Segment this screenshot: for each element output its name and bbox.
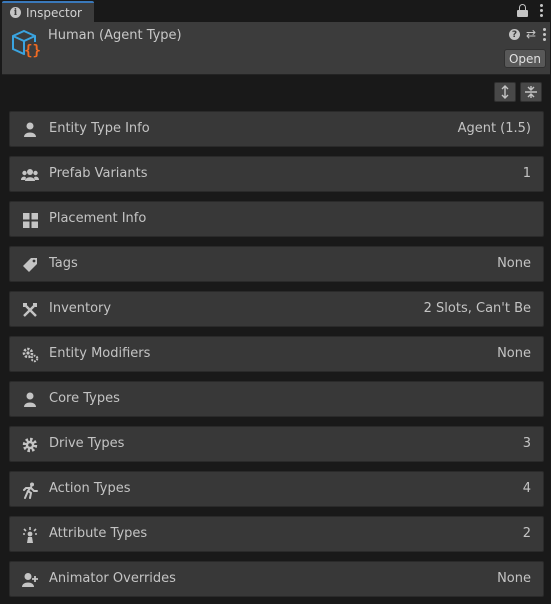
tab-label: Inspector	[26, 5, 82, 20]
help-icon[interactable]: ?	[508, 29, 520, 40]
section-label: Animator Overrides	[49, 571, 176, 586]
tag-icon	[21, 256, 39, 274]
inspector-header: {} Human (Agent Type) ? ⇄ Open	[2, 22, 550, 75]
section-label: Inventory	[49, 301, 112, 316]
section-value: 1	[522, 166, 531, 181]
section-label: Placement Info	[49, 211, 147, 226]
info-icon: i	[10, 7, 21, 18]
svg-text:{}: {}	[24, 43, 41, 59]
lock-icon[interactable]	[517, 4, 529, 17]
section-label: Tags	[49, 256, 78, 271]
section-label: Core Types	[49, 391, 120, 406]
section-label: Attribute Types	[49, 526, 148, 541]
component-menu-icon[interactable]	[542, 28, 546, 41]
section-label: Entity Type Info	[49, 121, 150, 136]
gears-icon	[21, 346, 39, 364]
expand-icon	[501, 85, 509, 99]
collapse-icon	[525, 86, 537, 98]
section-prefab-variants[interactable]: Prefab Variants 1	[9, 156, 544, 192]
section-value: None	[497, 346, 531, 361]
section-value: None	[497, 256, 531, 271]
sparkle-person-icon	[21, 526, 39, 544]
section-value: 2 Slots, Can't Be	[423, 301, 531, 316]
section-list: Entity Type Info Agent (1.5) Prefab Vari…	[9, 111, 544, 604]
section-value: Agent (1.5)	[457, 121, 531, 136]
scriptable-object-icon: {}	[10, 28, 42, 60]
fold-toolbar	[494, 82, 542, 102]
section-tags[interactable]: Tags None	[9, 246, 544, 282]
person-icon	[21, 391, 39, 409]
tab-inspector[interactable]: i Inspector	[2, 1, 94, 22]
grid-icon	[21, 211, 39, 229]
section-inventory[interactable]: Inventory 2 Slots, Can't Be	[9, 291, 544, 327]
section-label: Prefab Variants	[49, 166, 148, 181]
more-menu-icon[interactable]	[539, 4, 543, 17]
section-entity-modifiers[interactable]: Entity Modifiers None	[9, 336, 544, 372]
section-animator-overrides[interactable]: Animator Overrides None	[9, 561, 544, 597]
section-value: 4	[522, 481, 531, 496]
collapse-all-button[interactable]	[520, 82, 542, 102]
person-icon	[21, 121, 39, 139]
section-value: None	[497, 571, 531, 586]
section-value: 3	[522, 436, 531, 451]
crossed-tools-icon	[21, 301, 39, 319]
section-entity-type-info[interactable]: Entity Type Info Agent (1.5)	[9, 111, 544, 147]
person-add-icon	[21, 571, 39, 589]
section-label: Drive Types	[49, 436, 125, 451]
section-value: 2	[522, 526, 531, 541]
presets-icon[interactable]: ⇄	[526, 28, 536, 40]
asset-title: Human (Agent Type)	[48, 28, 182, 43]
section-core-types[interactable]: Core Types	[9, 381, 544, 417]
running-icon	[21, 481, 39, 499]
group-icon	[21, 166, 39, 184]
open-button[interactable]: Open	[504, 49, 546, 68]
gear-icon	[21, 436, 39, 454]
section-attribute-types[interactable]: Attribute Types 2	[9, 516, 544, 552]
section-drive-types[interactable]: Drive Types 3	[9, 426, 544, 462]
section-label: Entity Modifiers	[49, 346, 151, 361]
section-label: Action Types	[49, 481, 131, 496]
section-placement-info[interactable]: Placement Info	[9, 201, 544, 237]
section-action-types[interactable]: Action Types 4	[9, 471, 544, 507]
expand-all-button[interactable]	[494, 82, 516, 102]
tab-bar: i Inspector	[0, 0, 551, 22]
